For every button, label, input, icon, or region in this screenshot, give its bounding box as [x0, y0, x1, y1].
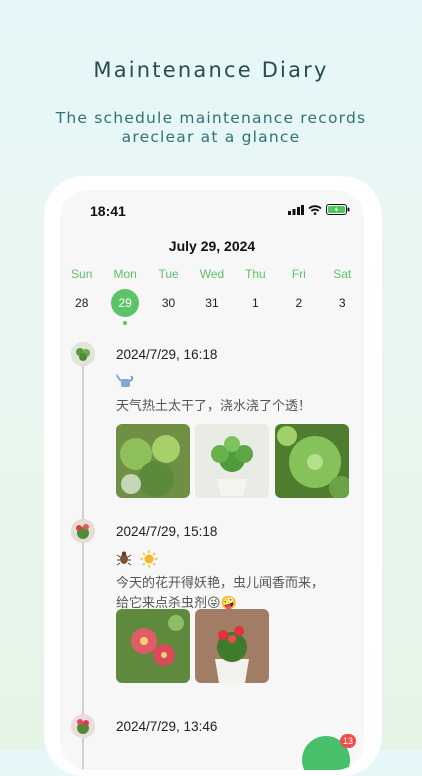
- entry-icons: [116, 550, 158, 568]
- flower-photo[interactable]: [116, 609, 190, 683]
- calendar-day[interactable]: 31: [190, 289, 233, 317]
- weekday-label: Sun: [71, 267, 93, 281]
- calendar-title: July 29, 2024: [168, 238, 256, 254]
- weekday-label: Thu: [245, 267, 266, 281]
- entry-text-line: 今天的花开得妖艳，虫儿闻香而来，: [116, 576, 325, 591]
- weekday-label: Sat: [333, 267, 352, 281]
- calendar-day[interactable]: 3: [321, 289, 364, 317]
- status-icons: [288, 204, 350, 215]
- days-row: 28 29 30 31 1 2 3: [60, 289, 364, 325]
- calendar-day[interactable]: 1: [234, 289, 277, 317]
- calendar-day-selected[interactable]: 29: [103, 289, 146, 325]
- day-number: 29: [111, 289, 140, 317]
- weekday-row: Sun Mon Tue Wed Thu Fri Sat: [60, 267, 364, 281]
- entry-time: 2024/7/29, 15:18: [116, 524, 218, 539]
- hero-subtitle: The schedule maintenance records areclea…: [0, 109, 422, 147]
- calendar-day[interactable]: 2: [277, 289, 320, 317]
- notification-badge: 13: [340, 734, 356, 748]
- status-time: 18:41: [90, 203, 126, 219]
- plant-photo[interactable]: [275, 424, 349, 498]
- day-number: 2: [295, 296, 303, 310]
- weekday-label: Tue: [158, 267, 179, 281]
- plant-avatar[interactable]: [71, 519, 95, 543]
- flower-photo[interactable]: [195, 609, 269, 683]
- entry-time: 2024/7/29, 13:46: [116, 719, 218, 734]
- day-number: 28: [75, 296, 89, 310]
- day-number: 30: [161, 296, 176, 310]
- calendar-day[interactable]: 28: [60, 289, 103, 317]
- hero-subtitle-line-2: areclear at a glance: [121, 128, 301, 146]
- plant-avatar[interactable]: [71, 342, 95, 366]
- hero-title: Maintenance Diary: [93, 58, 329, 82]
- wifi-icon: [308, 204, 322, 215]
- entry-icons: [116, 373, 134, 389]
- entry-text-line: 天气热土太干了，浇水浇了个透！: [116, 399, 312, 414]
- weekday-label: Wed: [199, 267, 225, 281]
- day-number: 1: [252, 296, 259, 310]
- plant-photo[interactable]: [195, 424, 269, 498]
- hero-subtitle-line-1: The schedule maintenance records: [55, 109, 367, 127]
- app-screen: 18:41 July 29, 2024 Sun Mon Tue Wed Thu …: [60, 190, 364, 770]
- bug-icon: [116, 551, 132, 566]
- calendar-day[interactable]: 30: [147, 289, 190, 317]
- entry-text: 今天的花开得妖艳，虫儿闻香而来， 给它来点杀虫剂😜🤪: [116, 574, 356, 614]
- plant-photo[interactable]: [116, 424, 190, 498]
- sun-icon: [140, 550, 158, 568]
- timeline-line: [82, 360, 84, 770]
- signal-icon: [288, 204, 304, 215]
- plant-avatar[interactable]: [71, 714, 95, 738]
- entry-text: 天气热土太干了，浇水浇了个透！: [116, 397, 356, 417]
- weekday-label: Mon: [113, 267, 137, 281]
- watering-can-icon: [116, 374, 134, 387]
- weekday-label: Fri: [291, 267, 306, 281]
- day-number: 31: [205, 296, 219, 310]
- entry-time: 2024/7/29, 16:18: [116, 347, 218, 362]
- has-records-dot: [123, 321, 128, 325]
- battery-icon: [326, 204, 350, 215]
- day-number: 3: [338, 296, 346, 310]
